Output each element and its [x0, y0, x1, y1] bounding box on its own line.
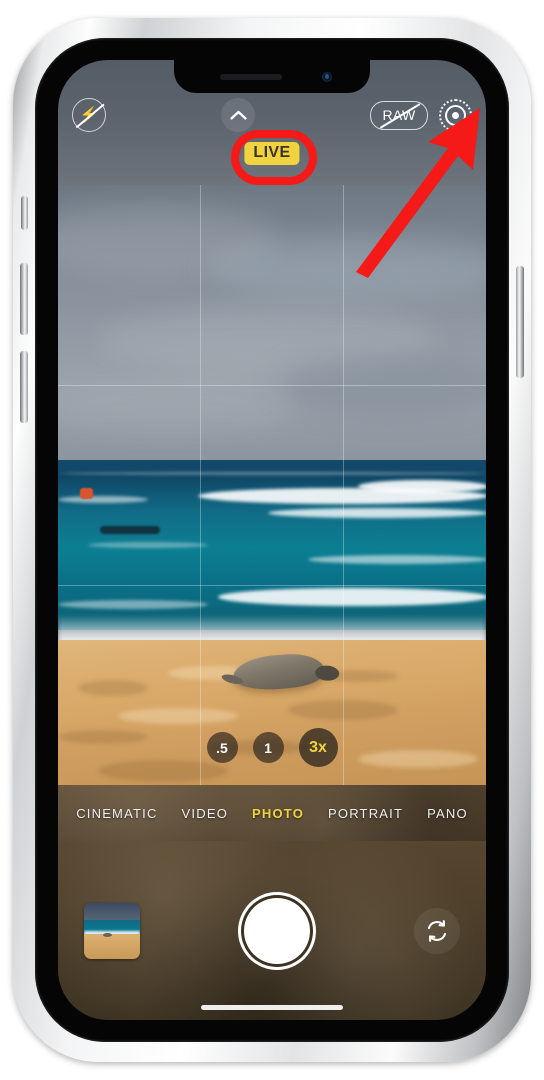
grid-line-vertical-2: [343, 185, 344, 785]
phone-screen: ⚡ RAW: [58, 60, 486, 1020]
live-photo-button[interactable]: [439, 98, 472, 132]
camera-flip-icon[interactable]: [414, 907, 460, 954]
zoom-selector: .5 1 3x: [58, 728, 486, 767]
volume-up-button[interactable]: [20, 263, 28, 335]
shutter-button[interactable]: [244, 897, 310, 964]
device-notch: [174, 60, 370, 93]
power-button[interactable]: [516, 266, 524, 378]
flash-off-icon[interactable]: ⚡: [72, 98, 106, 132]
mode-photo[interactable]: PHOTO: [252, 806, 304, 821]
camera-bottom-bar: [58, 841, 486, 1020]
camera-app: ⚡ RAW: [58, 60, 486, 1020]
grid-line-horizontal-1: [58, 385, 486, 386]
chevron-up-icon[interactable]: [221, 98, 255, 132]
mode-pano[interactable]: PANO: [427, 806, 468, 821]
earpiece-speaker-icon: [220, 74, 282, 80]
phone-body: ⚡ RAW: [35, 38, 509, 1042]
annotation-ring-live-badge: [231, 130, 317, 185]
scene-surfer: [100, 526, 160, 534]
photo-thumbnail[interactable]: [84, 902, 140, 959]
grid-line-vertical-1: [200, 185, 201, 785]
scene-buoy: [80, 488, 93, 499]
zoom-option-2[interactable]: 3x: [298, 728, 338, 767]
volume-down-button[interactable]: [20, 351, 28, 423]
zoom-option-0[interactable]: .5: [206, 732, 238, 763]
mode-portrait[interactable]: PORTRAIT: [328, 806, 403, 821]
silent-switch-button[interactable]: [21, 196, 28, 230]
camera-mode-selector[interactable]: CINEMATIC VIDEO PHOTO PORTRAIT PANO: [58, 785, 486, 841]
home-indicator[interactable]: [201, 1005, 343, 1010]
mode-video[interactable]: VIDEO: [182, 806, 228, 821]
mode-cinematic[interactable]: CINEMATIC: [76, 806, 157, 821]
scene-ocean: [58, 460, 486, 630]
raw-off-button[interactable]: RAW: [370, 100, 428, 130]
scene-sky: [58, 185, 486, 460]
zoom-option-1[interactable]: 1: [252, 732, 284, 763]
front-camera-icon: [322, 72, 332, 82]
live-photo-center-dot: [452, 111, 459, 119]
grid-line-horizontal-2: [58, 585, 486, 586]
camera-viewfinder[interactable]: .5 1 3x: [58, 185, 486, 785]
screenshot-root: ⚡ RAW: [0, 0, 544, 1080]
